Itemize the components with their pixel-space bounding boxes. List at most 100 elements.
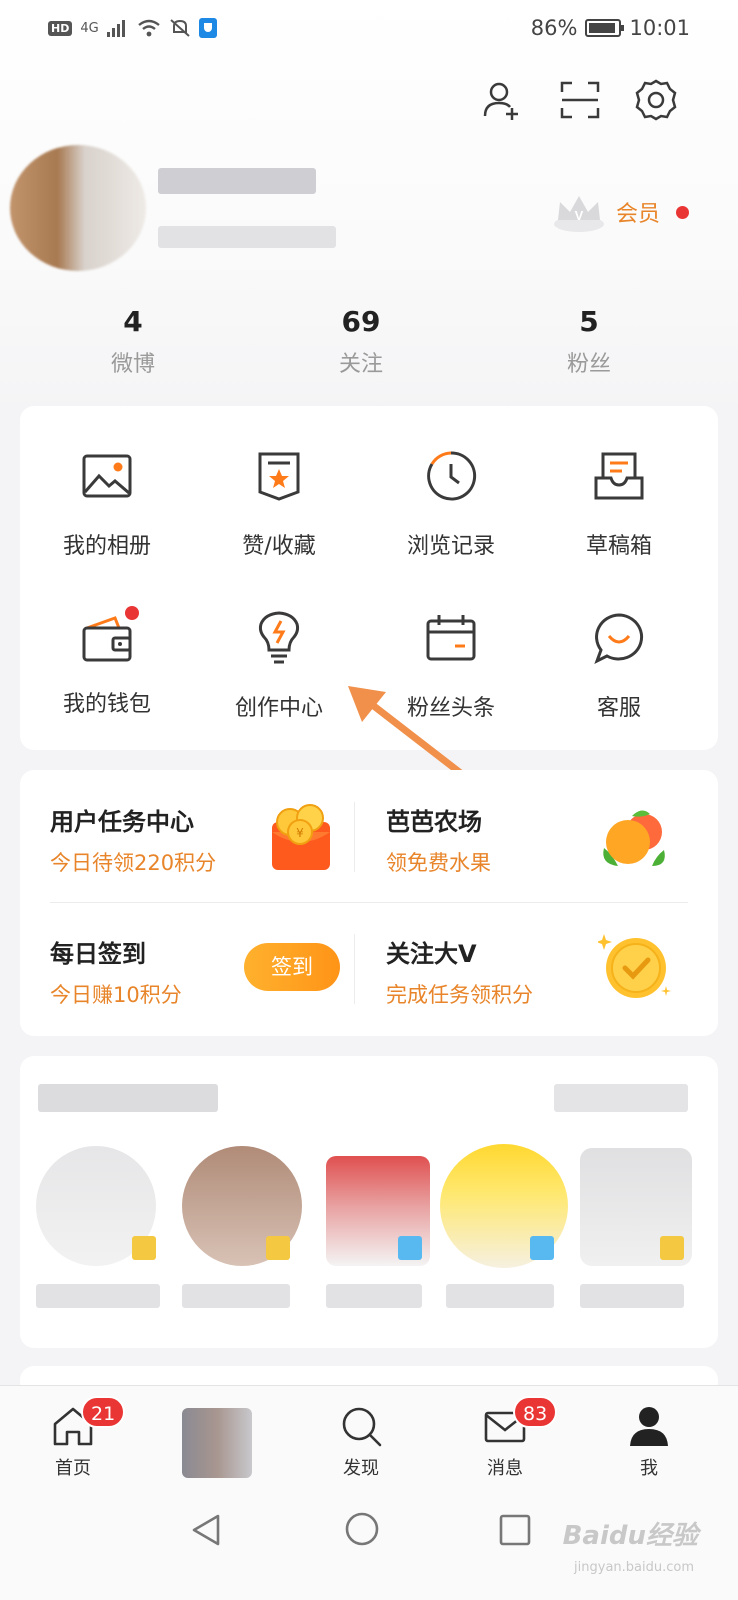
grid-label-wallet: 我的钱包 — [62, 692, 151, 717]
grid-label-favorites: 赞/收藏 — [242, 534, 316, 559]
recommend-more-blurred — [554, 1084, 688, 1112]
nav-discover[interactable]: 发现 — [316, 1404, 406, 1480]
photo-album-icon — [82, 454, 132, 498]
grid-item-history[interactable]: 浏览记录 — [364, 448, 538, 560]
recommend-user-name-blurred — [580, 1284, 684, 1308]
grid-label-customer-service: 客服 — [596, 696, 641, 721]
wifi-icon — [137, 19, 160, 37]
grid-label-album: 我的相册 — [62, 534, 151, 559]
nav-home[interactable]: 21 首页 — [28, 1396, 126, 1480]
wallet-notify-dot — [125, 606, 139, 620]
customer-service-icon — [594, 613, 644, 665]
task-center[interactable]: 用户任务中心 今日待领220积分 — [50, 802, 216, 877]
grid-item-album[interactable]: 我的相册 — [20, 448, 194, 560]
back-triangle-icon[interactable] — [190, 1513, 224, 1547]
stat-fans-count: 5 — [579, 305, 599, 338]
task-divider-mid — [50, 902, 688, 903]
task-follow-v-sub: 完成任务领积分 — [386, 983, 533, 1007]
task-checkin[interactable]: 每日签到 今日赚10积分 — [50, 934, 182, 1009]
vip-label: 会员 — [616, 202, 661, 227]
task-divider-top — [354, 802, 355, 872]
recommend-user-name-blurred — [326, 1284, 422, 1308]
home-circle-icon[interactable] — [344, 1511, 380, 1547]
stat-weibo[interactable]: 4 微博 — [63, 305, 203, 378]
recommend-card-blurred — [20, 1056, 718, 1348]
stat-fans-label: 粉丝 — [566, 352, 611, 377]
recommend-user-name-blurred — [182, 1284, 290, 1308]
add-friend-icon[interactable] — [480, 78, 524, 122]
mute-bell-icon — [170, 19, 190, 37]
gold-coin-check-icon[interactable] — [598, 930, 672, 1004]
recommend-user-badge — [266, 1236, 290, 1260]
baidu-watermark-url: jingyan.baidu.com — [574, 1560, 694, 1575]
clock: 10:01 — [629, 16, 690, 40]
signal-icon — [106, 20, 125, 37]
stat-following[interactable]: 69 关注 — [291, 305, 431, 378]
nav-me[interactable]: 我 — [604, 1404, 694, 1480]
task-follow-v-title: 关注大V — [386, 940, 477, 968]
task-farm-sub: 领免费水果 — [386, 851, 491, 875]
tasks-card: 用户任务中心 今日待领220积分 ¥ 芭芭农场 领免费水果 每日签到 今日赚10… — [20, 770, 718, 1036]
creator-center-icon — [258, 611, 300, 664]
baidu-watermark: Baidu经验 — [562, 1521, 698, 1551]
username-blurred — [158, 168, 316, 194]
task-follow-v[interactable]: 关注大V 完成任务领积分 — [386, 934, 533, 1009]
recommend-user-name-blurred — [446, 1284, 554, 1308]
task-farm[interactable]: 芭芭农场 领免费水果 — [386, 802, 491, 877]
recommend-user-name-blurred — [36, 1284, 160, 1308]
stat-fans[interactable]: 5 粉丝 — [519, 305, 659, 378]
user-avatar[interactable] — [10, 145, 146, 271]
stat-weibo-count: 4 — [123, 305, 143, 338]
checkin-button[interactable]: 签到 — [244, 943, 340, 991]
status-bar: HD 4G 86% 10:01 — [0, 0, 738, 62]
task-center-sub: 今日待领220积分 — [50, 851, 217, 875]
bottom-nav: 21 首页 发现 83 消息 我 — [0, 1385, 738, 1493]
nav-home-label: 首页 — [55, 1458, 91, 1479]
stat-following-count: 69 — [341, 305, 381, 338]
user-bio-blurred — [158, 226, 336, 248]
stat-weibo-label: 微博 — [110, 352, 155, 377]
fans-headline-icon — [426, 615, 476, 661]
scan-icon[interactable] — [558, 78, 602, 122]
nav-messages-label: 消息 — [487, 1458, 523, 1479]
vip-entry[interactable]: V 会员 — [552, 190, 690, 234]
profile-icon — [630, 1407, 668, 1446]
nav-discover-label: 发现 — [343, 1458, 379, 1479]
coin-pouch-icon[interactable]: ¥ — [270, 802, 332, 872]
battery-icon — [585, 19, 625, 37]
favorites-icon — [258, 452, 300, 501]
grid-item-customer-service[interactable]: 客服 — [532, 610, 706, 722]
nav-center-avatar[interactable] — [172, 1408, 262, 1478]
grid-label-history: 浏览记录 — [406, 534, 495, 559]
network-type: 4G — [80, 20, 99, 36]
fruit-icon[interactable] — [598, 804, 670, 872]
recents-square-icon[interactable] — [498, 1513, 532, 1547]
battery-percent: 86% — [530, 16, 578, 40]
vip-notify-dot — [676, 205, 690, 219]
hd-badge: HD — [48, 20, 73, 36]
task-checkin-title: 每日签到 — [50, 940, 146, 968]
grid-item-drafts[interactable]: 草稿箱 — [532, 448, 706, 560]
grid-item-favorites[interactable]: 赞/收藏 — [192, 448, 366, 560]
drafts-icon — [594, 452, 644, 500]
grid-item-wallet[interactable]: 我的钱包 — [20, 606, 194, 718]
svg-text:V: V — [575, 208, 584, 223]
recommend-user-badge — [132, 1236, 156, 1260]
nav-messages-badge: 83 — [513, 1396, 558, 1428]
task-divider-bottom — [354, 934, 355, 1004]
task-center-title: 用户任务中心 — [50, 808, 194, 836]
stat-following-label: 关注 — [338, 352, 383, 377]
recommend-user-badge — [398, 1236, 422, 1260]
nav-messages[interactable]: 83 消息 — [460, 1396, 558, 1480]
vip-crown-icon: V — [554, 196, 604, 232]
security-shield-icon — [198, 18, 217, 38]
search-icon — [342, 1407, 382, 1447]
avatar-icon — [182, 1408, 252, 1478]
task-farm-title: 芭芭农场 — [386, 808, 482, 836]
settings-gear-icon[interactable] — [634, 78, 678, 122]
history-icon — [427, 451, 477, 501]
recommend-user-badge — [530, 1236, 554, 1260]
task-checkin-sub: 今日赚10积分 — [50, 983, 182, 1007]
recommend-user-badge — [660, 1236, 684, 1260]
nav-me-label: 我 — [640, 1458, 658, 1479]
